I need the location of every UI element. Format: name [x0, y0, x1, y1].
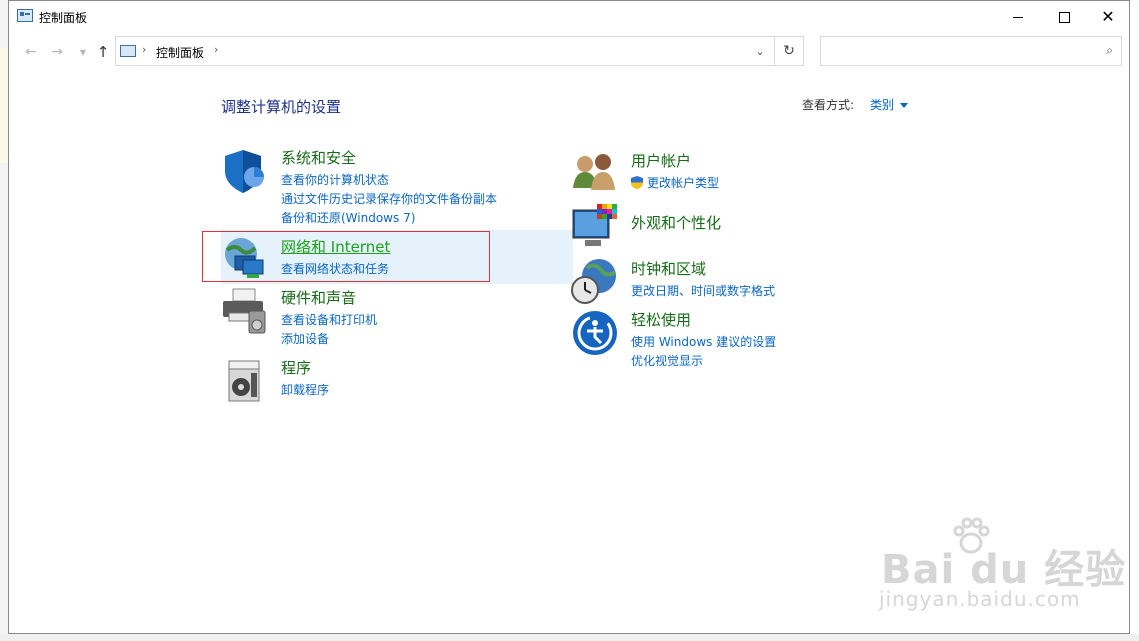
- link-file-history[interactable]: 通过文件历史记录保存你的文件备份副本: [281, 190, 497, 209]
- maximize-icon: [1058, 11, 1070, 23]
- chevron-down-icon[interactable]: ⌄: [750, 41, 770, 61]
- page-title: 调整计算机的设置: [221, 98, 342, 116]
- category-title[interactable]: 网络和 Internet: [281, 236, 390, 257]
- ease-of-access-icon: [573, 311, 617, 355]
- taskbar-edge: [0, 634, 1139, 641]
- control-panel-icon: [17, 9, 33, 22]
- link-add-device[interactable]: 添加设备: [281, 330, 377, 349]
- link-devices-printers[interactable]: 查看设备和打印机: [281, 311, 377, 330]
- chevron-down-icon[interactable]: [900, 103, 909, 108]
- chevron-right-icon[interactable]: ›: [214, 43, 218, 56]
- minimize-icon: [1013, 16, 1023, 18]
- refresh-button[interactable]: ↻: [774, 36, 804, 66]
- link-network-status[interactable]: 查看网络状态和任务: [281, 260, 389, 279]
- uac-shield-icon: [631, 176, 643, 189]
- search-input[interactable]: ⌕: [820, 36, 1122, 66]
- navigation-bar: ← → ▼ ↑ › 控制面板 › ⌄ ↻ ⌕: [9, 36, 1129, 70]
- link-view-computer-status[interactable]: 查看你的计算机状态: [281, 171, 497, 190]
- category-title[interactable]: 系统和安全: [281, 147, 356, 168]
- category-title[interactable]: 程序: [281, 357, 311, 378]
- watermark: Bai du 经验 jingyan.baidu.com: [871, 517, 1131, 617]
- watermark-url: jingyan.baidu.com: [879, 587, 1081, 611]
- close-icon: ✕: [1101, 7, 1115, 26]
- link-recommended-settings[interactable]: 使用 Windows 建议的设置: [631, 333, 776, 352]
- link-backup-restore[interactable]: 备份和还原(Windows 7): [281, 209, 497, 228]
- globe-clock-icon: [571, 259, 617, 304]
- forward-button[interactable]: →: [47, 42, 67, 62]
- chevron-right-icon[interactable]: ›: [142, 43, 146, 56]
- background-window-strip: [0, 0, 8, 641]
- monitor-palette-icon: [572, 204, 617, 246]
- link-uninstall-program[interactable]: 卸载程序: [281, 381, 329, 400]
- link-change-date-time[interactable]: 更改日期、时间或数字格式: [631, 282, 775, 301]
- view-by-value[interactable]: 类别: [870, 98, 894, 112]
- recent-locations-button[interactable]: ▼: [73, 42, 93, 62]
- category-title[interactable]: 轻松使用: [631, 309, 691, 330]
- control-panel-icon: [120, 45, 136, 57]
- category-title[interactable]: 时钟和区域: [631, 258, 706, 279]
- network-globe-icon: [225, 238, 264, 278]
- link-text[interactable]: 更改帐户类型: [647, 176, 719, 190]
- category-title[interactable]: 外观和个性化: [631, 212, 721, 233]
- window-title: 控制面板: [39, 11, 88, 25]
- category-title[interactable]: 用户帐户: [631, 150, 691, 171]
- view-by-label: 查看方式:: [802, 98, 855, 112]
- shield-icon: [225, 150, 264, 193]
- address-bar[interactable]: › 控制面板 › ⌄: [115, 36, 775, 66]
- maximize-button[interactable]: [1041, 1, 1087, 33]
- breadcrumb[interactable]: 控制面板: [156, 44, 204, 61]
- back-button[interactable]: ←: [21, 42, 41, 62]
- title-bar: 控制面板 ✕: [9, 1, 1129, 33]
- programs-disc-icon: [228, 360, 260, 402]
- search-icon: ⌕: [1106, 43, 1113, 57]
- link-change-account-type[interactable]: 更改帐户类型: [631, 174, 719, 193]
- users-icon: [573, 154, 615, 190]
- refresh-icon: ↻: [783, 43, 795, 59]
- minimize-button[interactable]: [995, 1, 1041, 33]
- close-button[interactable]: ✕: [1085, 1, 1131, 33]
- link-optimize-display[interactable]: 优化视觉显示: [631, 352, 776, 371]
- view-by-dropdown[interactable]: 类别: [870, 96, 909, 113]
- control-panel-window: 控制面板 ✕ ← → ▼ ↑ › 控制面板 › ⌄ ↻ ⌕ 调整计算机的设置 查…: [8, 0, 1130, 634]
- up-button[interactable]: ↑: [93, 42, 113, 62]
- category-title[interactable]: 硬件和声音: [281, 287, 356, 308]
- printer-icon: [223, 288, 266, 334]
